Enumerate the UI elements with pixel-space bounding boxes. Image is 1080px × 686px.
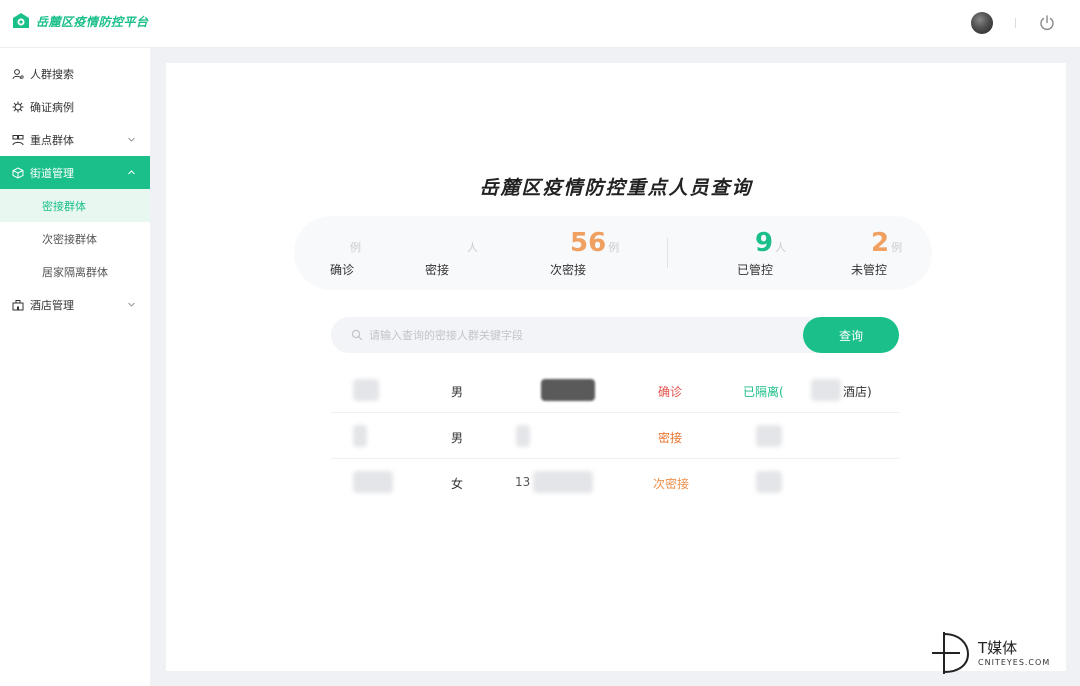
gender-cell: 男 [451, 431, 464, 445]
sidebar-subitem-label: 次密接群体 [42, 232, 97, 246]
search-icon [351, 329, 363, 341]
virus-icon [12, 101, 24, 112]
stats-bar: 例 确诊 人 密接 56 例 次密接 9人 已管控 2例 未管控 [294, 216, 932, 290]
sidebar: 人群搜索 确证病例 重点群体 街道管理 密接群体 次密接群体 居家隔离群体 酒店… [0, 48, 150, 686]
stat-label: 未管控 [851, 263, 888, 277]
power-icon[interactable] [1038, 14, 1056, 32]
stat-unit: 例 [608, 241, 620, 254]
watermark-name: T媒体 [978, 639, 1018, 657]
redacted-name [353, 425, 367, 447]
search-input[interactable] [369, 328, 769, 342]
divider [1015, 18, 1016, 28]
stat-unit: 例 [891, 241, 903, 254]
redacted-phone [533, 471, 593, 493]
phone-prefix: 13 [515, 475, 531, 489]
chevron-down-icon [128, 302, 135, 307]
results-table: 男 确诊 已隔离( 酒店) 男 密接 女 13 次密接 [331, 367, 899, 507]
user-search-icon [12, 68, 24, 79]
sidebar-item-street-management[interactable]: 街道管理 [0, 156, 150, 189]
sidebar-item-label: 街道管理 [30, 166, 74, 180]
search-bar: 查询 [331, 317, 899, 353]
sidebar-item-label: 酒店管理 [30, 298, 74, 312]
chevron-down-icon [128, 137, 135, 142]
status-cell: 确诊 [658, 385, 683, 399]
stat-label: 次密接 [550, 263, 587, 277]
top-right-actions [971, 12, 1056, 34]
sidebar-item-label: 人群搜索 [30, 67, 74, 81]
sidebar-subitem-label: 居家隔离群体 [42, 265, 108, 279]
redacted-location [756, 425, 782, 447]
group-icon [12, 134, 24, 145]
sidebar-item-hotel-management[interactable]: 酒店管理 [0, 288, 150, 321]
sidebar-item-crowd-search[interactable]: 人群搜索 [0, 57, 150, 90]
cube-icon [12, 166, 24, 179]
status-cell: 次密接 [653, 477, 690, 491]
gender-cell: 男 [451, 385, 464, 399]
stat-unit: 人 [775, 241, 787, 254]
search-button[interactable]: 查询 [803, 317, 899, 353]
stat-unit: 人 [467, 241, 478, 254]
redacted-name [353, 379, 379, 401]
sidebar-item-label: 重点群体 [30, 133, 74, 147]
table-row[interactable]: 男 密接 [331, 413, 899, 459]
gender-cell: 女 [451, 477, 464, 491]
sidebar-item-key-groups[interactable]: 重点群体 [0, 123, 150, 156]
app-title: 岳麓区疫情防控平台 [36, 14, 149, 29]
sidebar-subitem-home-isolation[interactable]: 居家隔离群体 [0, 255, 150, 288]
top-bar: 岳麓区疫情防控平台 [0, 0, 1080, 48]
table-row[interactable]: 男 确诊 已隔离( 酒店) [331, 367, 899, 413]
stat-label: 确诊 [330, 263, 355, 277]
avatar[interactable] [971, 12, 993, 34]
page-title: 岳麓区疫情防控重点人员查询 [479, 177, 753, 199]
app-logo[interactable]: 岳麓区疫情防控平台 [12, 12, 149, 30]
redacted-location [756, 471, 782, 493]
chevron-up-icon [128, 170, 135, 175]
stat-label: 已管控 [737, 263, 774, 277]
sidebar-subitem-label: 密接群体 [42, 199, 86, 213]
stat-value: 2 [871, 228, 890, 258]
sidebar-subitem-secondary-contacts[interactable]: 次密接群体 [0, 222, 150, 255]
table-row[interactable]: 女 13 次密接 [331, 459, 899, 505]
main-panel: 岳麓区疫情防控重点人员查询 例 确诊 人 密接 56 例 次密接 9人 已管控 2… [166, 63, 1066, 671]
stat-label: 密接 [425, 263, 450, 277]
redacted-phone [516, 425, 530, 447]
redacted-hotel [811, 379, 841, 401]
location-tail: 酒店) [843, 385, 872, 399]
stat-value: 56 [570, 228, 607, 258]
stat-unit: 例 [350, 241, 361, 254]
shield-house-icon [13, 13, 29, 28]
watermark-site: CNITEYES.COM [978, 658, 1051, 667]
redacted-name [353, 471, 393, 493]
stats-divider [667, 238, 668, 268]
stat-value: 9 [755, 228, 774, 258]
hotel-icon [12, 299, 24, 310]
sidebar-subitem-close-contacts[interactable]: 密接群体 [0, 189, 150, 222]
t-media-logo-icon [932, 632, 970, 674]
location-cell: 已隔离( [743, 385, 784, 399]
sidebar-item-label: 确证病例 [30, 100, 74, 114]
redacted-phone [541, 379, 595, 401]
status-cell: 密接 [658, 431, 683, 445]
watermark: T媒体 CNITEYES.COM [930, 628, 1050, 676]
sidebar-item-confirmed-cases[interactable]: 确证病例 [0, 90, 150, 123]
